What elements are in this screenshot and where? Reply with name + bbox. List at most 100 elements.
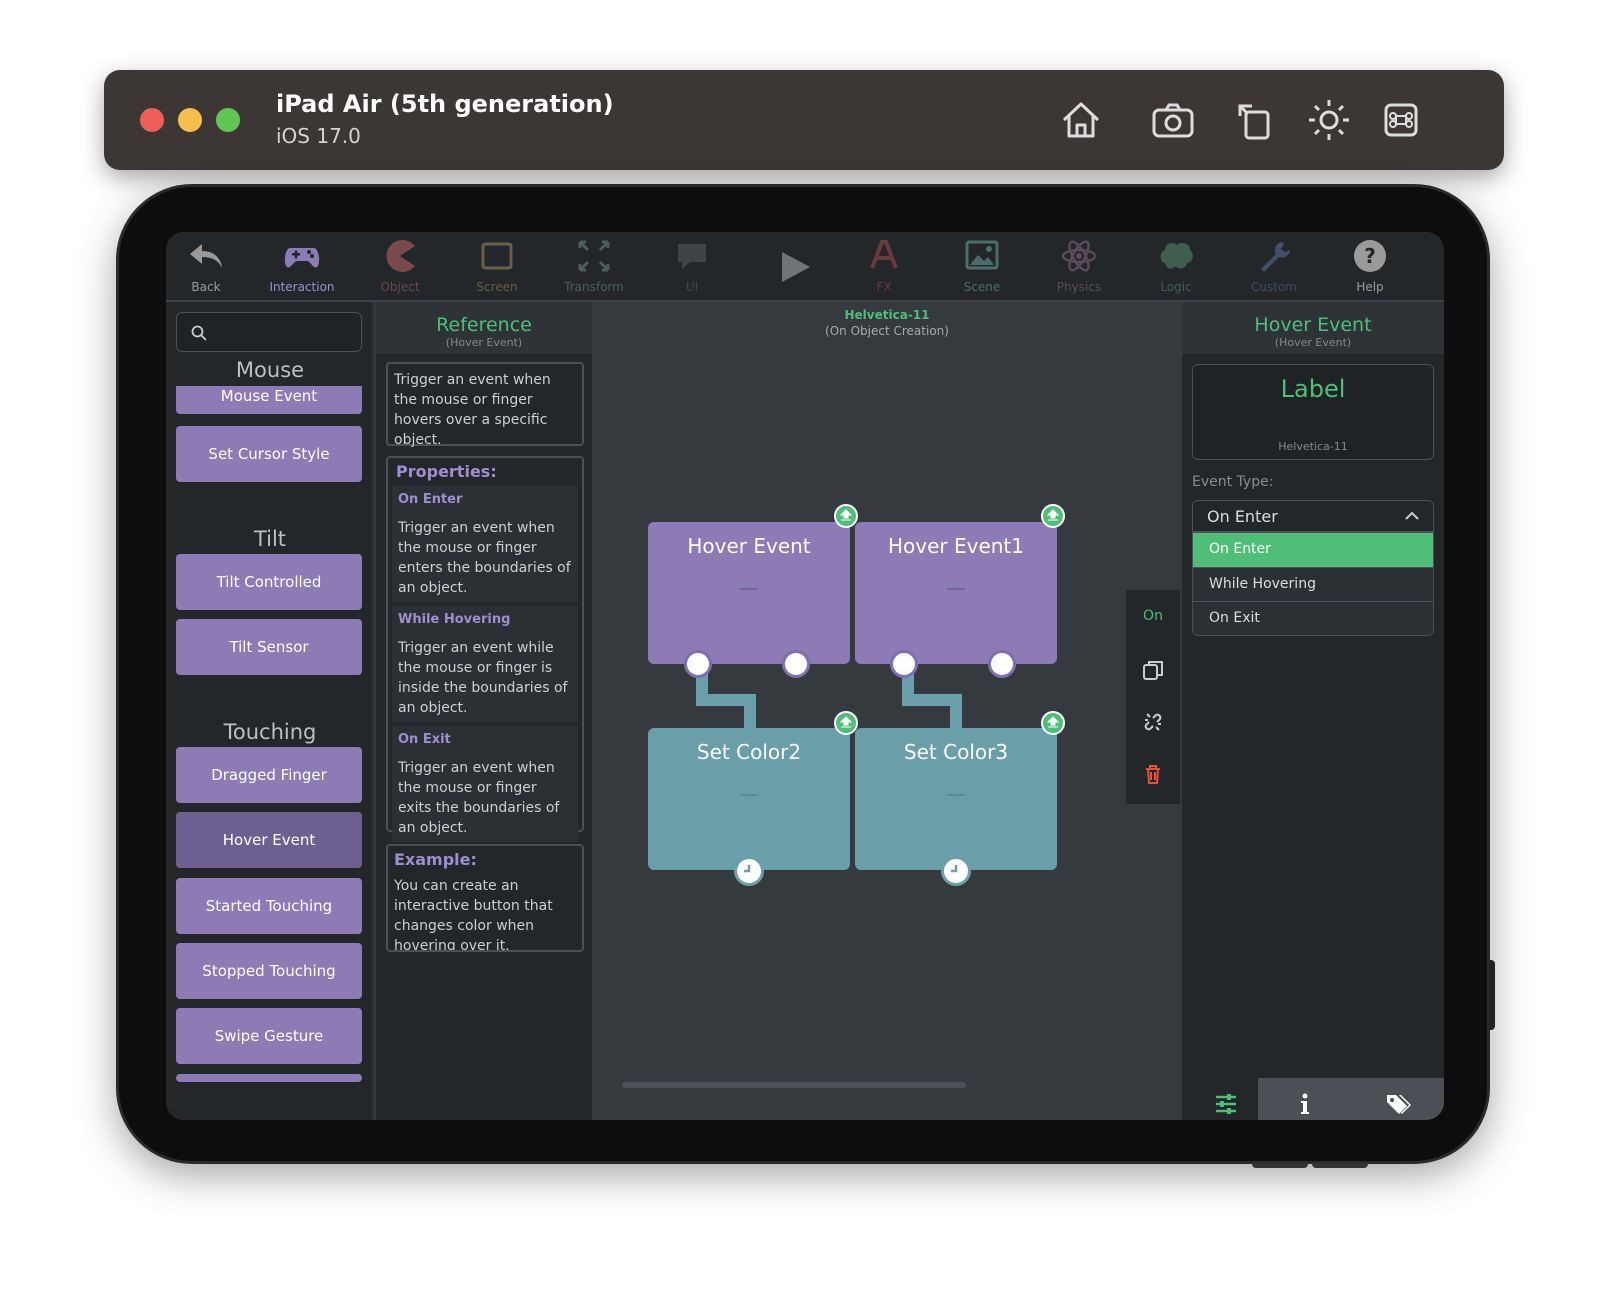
- property-text: Trigger an event while the mouse or fing…: [398, 640, 568, 716]
- tool-object[interactable]: Object: [354, 232, 446, 302]
- tab-tags[interactable]: [1351, 1078, 1444, 1120]
- tool-help[interactable]: ? Help: [1324, 232, 1416, 302]
- search-input[interactable]: [176, 312, 362, 352]
- property-name: On Exit: [398, 732, 451, 747]
- tool-back[interactable]: Back: [166, 232, 252, 302]
- wrench-icon: [1261, 242, 1290, 272]
- tool-transform[interactable]: Transform: [548, 232, 640, 302]
- ipad-side-button: [1489, 960, 1495, 1030]
- home-icon[interactable]: [1056, 96, 1106, 144]
- command-icon[interactable]: [1376, 96, 1426, 144]
- section-title-touching: Touching: [223, 720, 317, 744]
- example-text: You can create an interactive button tha…: [394, 878, 553, 952]
- property-on-enter: On Enter Trigger an event when the mouse…: [392, 486, 578, 602]
- library-item-tilt-controlled[interactable]: Tilt Controlled: [176, 554, 362, 610]
- node-set-color2[interactable]: Set Color2: [648, 728, 850, 870]
- tool-physics[interactable]: Physics: [1033, 232, 1125, 302]
- speech-bubble-icon: [678, 244, 706, 269]
- output-port[interactable]: [782, 650, 810, 678]
- tool-label: Object: [380, 280, 420, 294]
- tool-interaction[interactable]: Interaction: [256, 232, 348, 302]
- rotate-icon[interactable]: [1230, 96, 1280, 144]
- tool-fx[interactable]: FX: [838, 232, 930, 302]
- section-title-mouse: Mouse: [235, 358, 305, 382]
- clock-icon[interactable]: [941, 856, 971, 886]
- upload-icon[interactable]: [1041, 711, 1065, 735]
- inspector-panel: Hover Event (Hover Event) Label Helvetic…: [1182, 302, 1444, 1120]
- inspector-subtitle: (Hover Event): [1274, 336, 1352, 349]
- canvas-scrollbar[interactable]: [622, 1082, 966, 1088]
- tool-screen[interactable]: Screen: [451, 232, 543, 302]
- duplicate-icon[interactable]: [1141, 658, 1165, 682]
- properties-title: Properties:: [396, 462, 497, 481]
- close-window-button[interactable]: [140, 108, 164, 132]
- sliders-icon: [1216, 1094, 1236, 1114]
- tool-label: FX: [876, 280, 892, 294]
- output-port[interactable]: [988, 650, 1016, 678]
- pacman-icon: [386, 240, 415, 272]
- object-context: (On Object Creation): [825, 324, 949, 338]
- library-item-started-touching[interactable]: Started Touching: [176, 878, 362, 934]
- gamepad-icon: [284, 248, 320, 268]
- node-set-color3[interactable]: Set Color3: [855, 728, 1057, 870]
- output-port[interactable]: [684, 650, 712, 678]
- device-name: iPad Air (5th generation): [276, 90, 614, 118]
- node-hover-event[interactable]: Hover Event: [648, 522, 850, 664]
- help-icon: ?: [1354, 240, 1386, 272]
- property-name: While Hovering: [398, 612, 511, 627]
- library-item-partial[interactable]: [176, 1074, 362, 1082]
- preview-label: Label: [1280, 375, 1346, 403]
- tab-info[interactable]: [1258, 1078, 1351, 1120]
- app-screen: Back Interaction Object Screen Transform…: [166, 232, 1444, 1120]
- search-icon: [191, 325, 207, 341]
- option-on-enter[interactable]: On Enter: [1193, 533, 1433, 567]
- tool-ui[interactable]: UI: [646, 232, 738, 302]
- tool-logic[interactable]: Logic: [1130, 232, 1222, 302]
- property-on-exit: On Exit Trigger an event when the mouse …: [392, 726, 578, 842]
- library-item-set-cursor-style[interactable]: Set Cursor Style: [176, 426, 362, 482]
- brightness-icon[interactable]: [1304, 96, 1354, 144]
- tool-scene[interactable]: Scene: [936, 232, 1028, 302]
- tool-custom[interactable]: Custom: [1228, 232, 1320, 302]
- event-type-select[interactable]: On Enter: [1192, 500, 1434, 532]
- unlink-icon[interactable]: [1141, 710, 1165, 734]
- library-item-swipe-gesture[interactable]: Swipe Gesture: [176, 1008, 362, 1064]
- option-on-exit[interactable]: On Exit: [1193, 601, 1433, 635]
- upload-icon[interactable]: [834, 711, 858, 735]
- library-item-hover-event[interactable]: Hover Event: [176, 812, 362, 868]
- play-button[interactable]: [776, 246, 816, 288]
- node-title: Set Color2: [696, 740, 802, 764]
- event-type-options: On Enter While Hovering On Exit: [1192, 532, 1434, 636]
- reference-header: Reference (Hover Event): [376, 302, 592, 354]
- option-while-hovering[interactable]: While Hovering: [1193, 567, 1433, 601]
- os-version: iOS 17.0: [276, 124, 361, 148]
- clock-icon[interactable]: [734, 856, 764, 886]
- node-placeholder: [947, 588, 965, 590]
- property-text: Trigger an event when the mouse or finge…: [398, 760, 560, 836]
- reference-properties: Properties: On Enter Trigger an event wh…: [386, 456, 584, 842]
- node-title: Set Color3: [903, 740, 1009, 764]
- tab-properties[interactable]: [1182, 1078, 1270, 1120]
- library-item-stopped-touching[interactable]: Stopped Touching: [176, 943, 362, 999]
- block-library: Mouse Mouse Event Set Cursor Style Tilt …: [166, 302, 374, 1120]
- minimize-window-button[interactable]: [178, 108, 202, 132]
- screenshot-icon[interactable]: [1148, 96, 1198, 144]
- tool-label: Transform: [564, 280, 624, 294]
- brain-icon: [1160, 242, 1193, 269]
- transform-icon: [578, 240, 610, 272]
- info-icon: [1300, 1093, 1309, 1114]
- tool-label: Physics: [1056, 280, 1102, 294]
- upload-icon[interactable]: [1041, 504, 1065, 528]
- back-arrow-icon: [190, 244, 222, 268]
- tool-label: Screen: [476, 280, 518, 294]
- output-port[interactable]: [890, 650, 918, 678]
- event-type-label: Event Type:: [1192, 474, 1274, 490]
- zoom-window-button[interactable]: [216, 108, 240, 132]
- tool-label: UI: [685, 280, 699, 294]
- upload-icon[interactable]: [834, 504, 858, 528]
- node-hover-event1[interactable]: Hover Event1: [855, 522, 1057, 664]
- trash-icon[interactable]: [1141, 762, 1165, 786]
- toggle-on-button[interactable]: On: [1126, 608, 1180, 624]
- library-item-dragged-finger[interactable]: Dragged Finger: [176, 747, 362, 803]
- library-item-tilt-sensor[interactable]: Tilt Sensor: [176, 619, 362, 675]
